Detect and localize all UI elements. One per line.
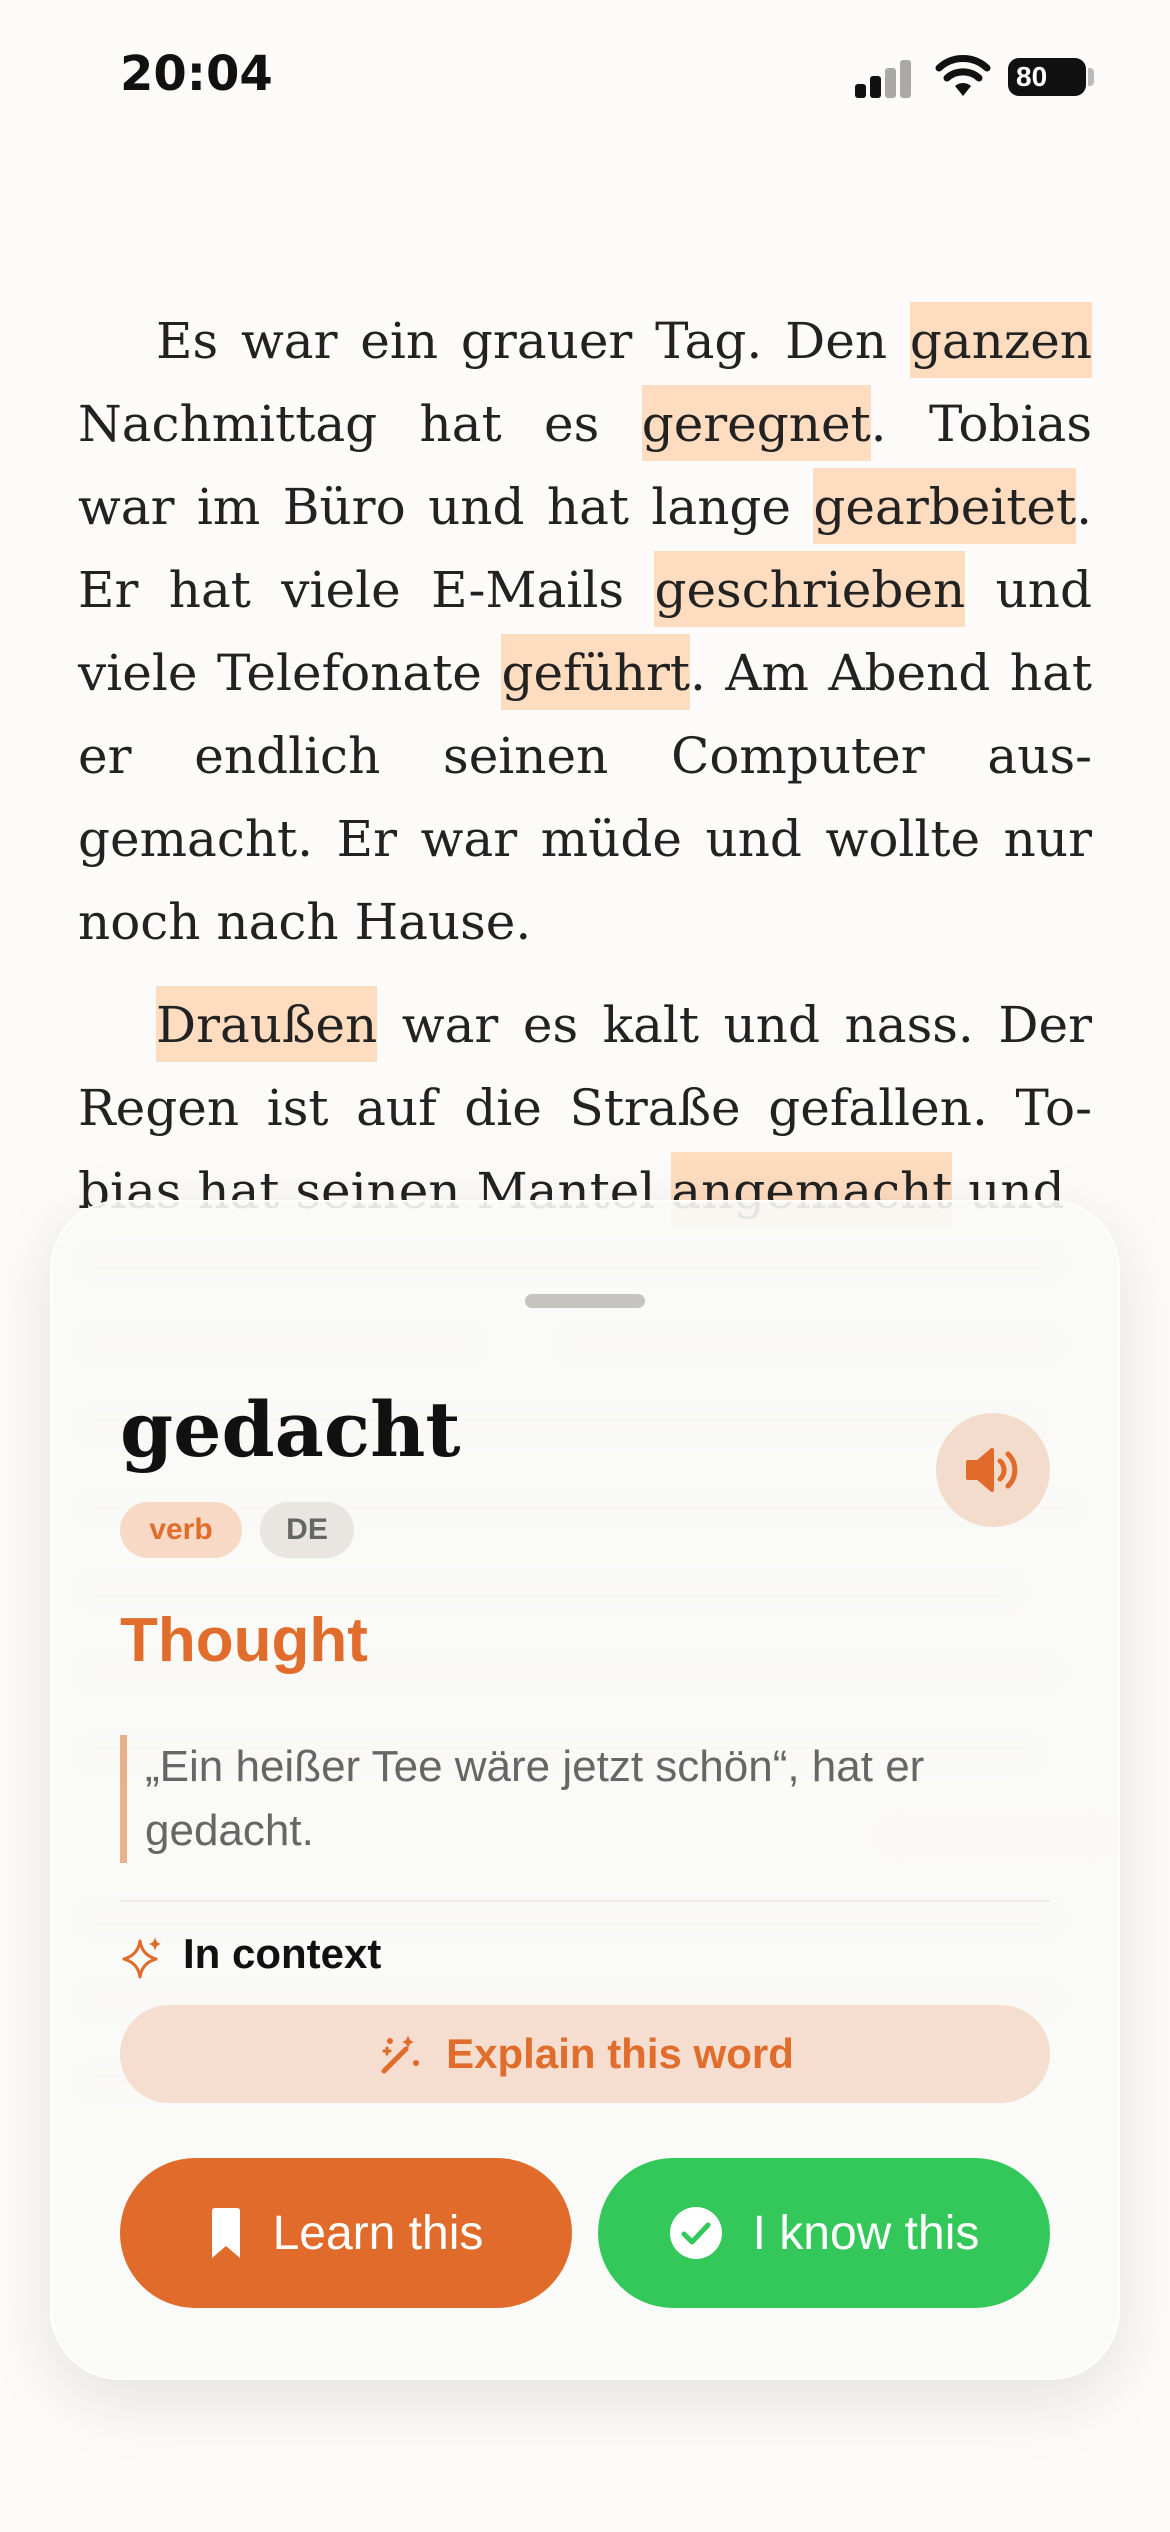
highlighted-word[interactable]: geregnet: [641, 385, 871, 461]
highlighted-word[interactable]: geführt: [501, 634, 690, 710]
i-know-this-label: I know this: [752, 2206, 980, 2260]
language-badge: DE: [260, 1502, 354, 1558]
magic-wand-icon: [381, 2035, 420, 2074]
pronounce-button[interactable]: [936, 1413, 1050, 1527]
in-context-label: In context: [183, 1930, 382, 1977]
part-of-speech-badge: verb: [120, 1502, 242, 1558]
cellular-signal-icon: [855, 58, 915, 98]
word-title: gedacht: [120, 1385, 461, 1474]
battery-indicator: 80: [1008, 58, 1086, 96]
status-time: 20:04: [120, 46, 273, 102]
highlighted-word[interactable]: Draußen: [156, 986, 378, 1062]
sheet-drag-handle[interactable]: [525, 1294, 645, 1308]
word-detail-sheet: gedacht verb DE Thought „Ein heißer Tee …: [50, 1200, 1120, 2380]
text-run: Nachmittag hat es: [78, 395, 642, 453]
reading-paragraph: Es war ein grauer Tag. Den ganzen Nachmi…: [78, 300, 1092, 964]
status-bar: 20:04 80: [0, 0, 1170, 150]
wifi-icon: [935, 55, 991, 96]
sparkles-icon: [122, 1937, 161, 1979]
highlighted-word[interactable]: geschrieben: [654, 551, 966, 627]
speaker-icon: [966, 1448, 1018, 1492]
divider: [120, 1900, 1050, 1902]
translation: Thought: [120, 1606, 368, 1675]
i-know-this-button[interactable]: I know this: [598, 2158, 1050, 2308]
explain-word-button[interactable]: Explain this word: [120, 2005, 1050, 2103]
learn-this-button[interactable]: Learn this: [120, 2158, 572, 2308]
example-sentence: „Ein heißer Tee wäre jetzt schön“, hat e…: [120, 1735, 975, 1863]
checkmark-circle-icon: [669, 2207, 722, 2259]
highlighted-word[interactable]: gearbeitet: [813, 468, 1077, 544]
bookmark-icon: [211, 2208, 240, 2258]
battery-tip: [1088, 68, 1094, 86]
learn-this-label: Learn this: [272, 2206, 484, 2260]
reading-text: Es war ein grauer Tag. Den ganzen Nachmi…: [78, 300, 1092, 1253]
explain-word-label: Explain this word: [446, 2030, 794, 2077]
battery-level: 80: [1016, 61, 1048, 92]
text-run: Es war ein grauer Tag. Den: [156, 312, 910, 370]
highlighted-word[interactable]: ganzen: [909, 302, 1092, 378]
reading-paragraph: Draußen war es kalt und nass. Der Regen …: [78, 984, 1092, 1233]
